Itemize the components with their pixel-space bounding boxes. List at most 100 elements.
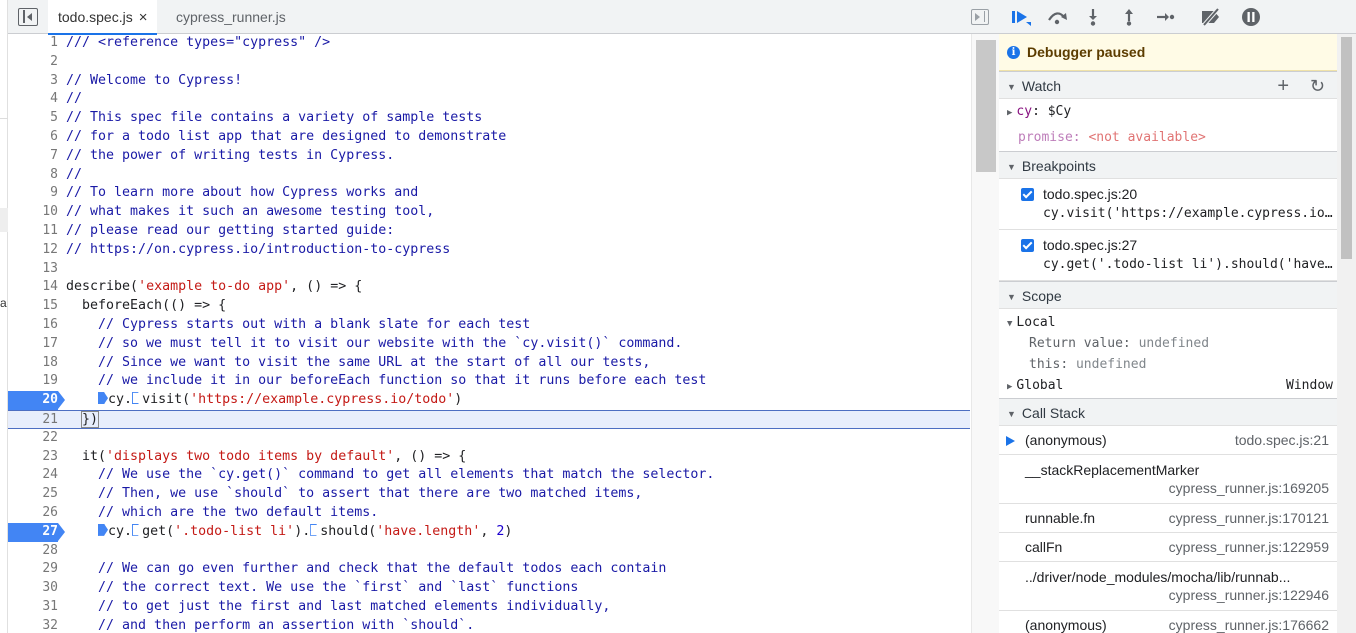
line-number[interactable]: 19	[8, 372, 58, 391]
tab-todo-spec[interactable]: todo.spec.js ×	[48, 0, 158, 35]
pause-on-exceptions-icon[interactable]	[1239, 6, 1263, 28]
line-number[interactable]: 10	[8, 203, 58, 222]
line-number[interactable]: 32	[8, 617, 58, 633]
step-over-icon[interactable]	[1045, 6, 1069, 28]
call-frame[interactable]: callFn cypress_runner.js:122959	[999, 533, 1337, 562]
code-line[interactable]: 22	[8, 429, 970, 448]
code-line[interactable]: 17 // so we must tell it to visit our we…	[8, 335, 970, 354]
inline-breakpoint-icon[interactable]	[98, 392, 109, 405]
code-line[interactable]: 13	[8, 260, 970, 279]
scope-variable[interactable]: this: undefined	[999, 354, 1337, 375]
code-line[interactable]: 26 // which are the two default items.	[8, 504, 970, 523]
scrollbar-thumb[interactable]	[1341, 37, 1352, 259]
line-number[interactable]: 5	[8, 109, 58, 128]
line-number[interactable]: 17	[8, 335, 58, 354]
watch-section-header[interactable]: ▼ Watch + ↻	[999, 71, 1337, 99]
refresh-icon[interactable]: ↻	[1310, 72, 1325, 100]
call-frame[interactable]: (anonymous) cypress_runner.js:176662	[999, 611, 1337, 633]
code-line-breakpoint[interactable]: 27 cy. get('.todo-list li'). should('have.…	[8, 522, 970, 542]
inline-breakpoint-icon[interactable]	[310, 523, 321, 536]
step-icon[interactable]	[1153, 6, 1177, 28]
line-number[interactable]: 2	[8, 53, 58, 72]
code-line[interactable]: 28	[8, 542, 970, 561]
code-area[interactable]: 1 /// <reference types="cypress" /> 2 3 // W…	[8, 34, 970, 633]
step-out-icon[interactable]	[1117, 6, 1141, 28]
inline-breakpoint-icon[interactable]	[132, 523, 143, 536]
code-line[interactable]: 29 // We can go even further and check t…	[8, 560, 970, 579]
line-number[interactable]: 12	[8, 241, 58, 260]
code-line[interactable]: 3 // Welcome to Cypress!	[8, 72, 970, 91]
code-line[interactable]: 25 // Then, we use `should` to assert th…	[8, 485, 970, 504]
code-line-paused[interactable]: 21 })	[8, 409, 970, 430]
code-line[interactable]: 6 // for a todo list app that are designe…	[8, 128, 970, 147]
line-number[interactable]: 4	[8, 90, 58, 109]
code-line[interactable]: 18 // Since we want to visit the same UR…	[8, 354, 970, 373]
code-line[interactable]: 19 // we include it in our beforeEach fu…	[8, 372, 970, 391]
breakpoint-checkbox[interactable]	[1021, 188, 1034, 201]
inline-breakpoint-icon[interactable]	[98, 523, 109, 536]
line-number[interactable]: 22	[8, 429, 58, 448]
scope-variable[interactable]: Return value: undefined	[999, 333, 1337, 354]
line-number[interactable]: 6	[8, 128, 58, 147]
scope-local[interactable]: ▼ Local	[999, 312, 1337, 333]
line-number[interactable]: 30	[8, 579, 58, 598]
code-line[interactable]: 9 // To learn more about how Cypress work…	[8, 184, 970, 203]
line-number[interactable]: 24	[8, 466, 58, 485]
line-number[interactable]: 23	[8, 448, 58, 467]
code-line[interactable]: 11 // please read our getting started gui…	[8, 222, 970, 241]
add-watch-icon[interactable]: +	[1277, 72, 1289, 100]
line-number[interactable]: 9	[8, 184, 58, 203]
deactivate-breakpoints-icon[interactable]	[1199, 6, 1223, 28]
code-line[interactable]: 14 describe('example to-do app', () => {	[8, 278, 970, 297]
code-line[interactable]: 8 //	[8, 166, 970, 185]
line-number[interactable]: 26	[8, 504, 58, 523]
call-stack-section-header[interactable]: ▼ Call Stack	[999, 398, 1337, 426]
line-number[interactable]: 3	[8, 72, 58, 91]
breakpoint-item[interactable]: todo.spec.js:20 cy.visit('https://exampl…	[999, 179, 1337, 230]
toggle-navigator-icon[interactable]	[18, 8, 38, 26]
debugger-scrollbar[interactable]	[1337, 34, 1356, 633]
line-number[interactable]: 7	[8, 147, 58, 166]
code-line[interactable]: 30 // the correct text. We use the `firs…	[8, 579, 970, 598]
call-frame[interactable]: ../driver/node_modules/mocha/lib/runnab.…	[999, 562, 1337, 611]
toggle-debugger-sidebar-icon[interactable]	[971, 9, 989, 25]
line-number[interactable]: 18	[8, 354, 58, 373]
line-number[interactable]: 21	[8, 411, 58, 430]
editor-scrollbar[interactable]	[971, 34, 999, 633]
line-number[interactable]: 29	[8, 560, 58, 579]
line-number[interactable]: 14	[8, 278, 58, 297]
code-line[interactable]: 10 // what makes it such an awesome testi…	[8, 203, 970, 222]
scope-global[interactable]: ▶ Global Window	[999, 375, 1337, 396]
line-number[interactable]: 31	[8, 598, 58, 617]
code-line[interactable]: 2	[8, 53, 970, 72]
code-line-breakpoint[interactable]: 20 cy. visit('https://example.cypress.io/…	[8, 391, 970, 410]
code-line[interactable]: 24 // We use the `cy.get()` command to g…	[8, 466, 970, 485]
watch-expression[interactable]: promise: <not available>	[999, 125, 1337, 151]
call-frame[interactable]: (anonymous) todo.spec.js:21	[999, 426, 1337, 455]
code-line[interactable]: 23 it('displays two todo items by defaul…	[8, 448, 970, 467]
watch-expression[interactable]: ▶ cy: $Cy	[999, 99, 1337, 125]
breakpoint-marker[interactable]: 27	[8, 522, 65, 542]
line-number[interactable]: 25	[8, 485, 58, 504]
code-line[interactable]: 16 // Cypress starts out with a blank sl…	[8, 316, 970, 335]
code-line[interactable]: 31 // to get just the first and last mat…	[8, 598, 970, 617]
resume-icon[interactable]	[1009, 6, 1033, 28]
call-frame[interactable]: runnable.fn cypress_runner.js:170121	[999, 504, 1337, 533]
code-line[interactable]: 7 // the power of writing tests in Cypres…	[8, 147, 970, 166]
call-frame[interactable]: __stackReplacementMarker cypress_runner.j…	[999, 455, 1337, 504]
line-number[interactable]: 13	[8, 260, 58, 279]
code-line[interactable]: 32 // and then perform an assertion with…	[8, 617, 970, 633]
line-number[interactable]: 15	[8, 297, 58, 316]
code-line[interactable]: 15 beforeEach(() => {	[8, 297, 970, 316]
code-line[interactable]: 12 // https://on.cypress.io/introduction-…	[8, 241, 970, 260]
code-line[interactable]: 1 /// <reference types="cypress" />	[8, 34, 970, 53]
scope-section-header[interactable]: ▼ Scope	[999, 281, 1337, 309]
breakpoint-item[interactable]: todo.spec.js:27 cy.get('.todo-list li').…	[999, 230, 1337, 281]
line-number[interactable]: 16	[8, 316, 58, 335]
scrollbar-thumb[interactable]	[976, 40, 996, 172]
line-number[interactable]: 28	[8, 542, 58, 561]
step-into-icon[interactable]	[1081, 6, 1105, 28]
breakpoint-marker[interactable]: 20	[8, 391, 65, 410]
tab-cypress-runner[interactable]: cypress_runner.js	[166, 0, 296, 34]
inline-breakpoint-icon[interactable]	[132, 392, 143, 405]
